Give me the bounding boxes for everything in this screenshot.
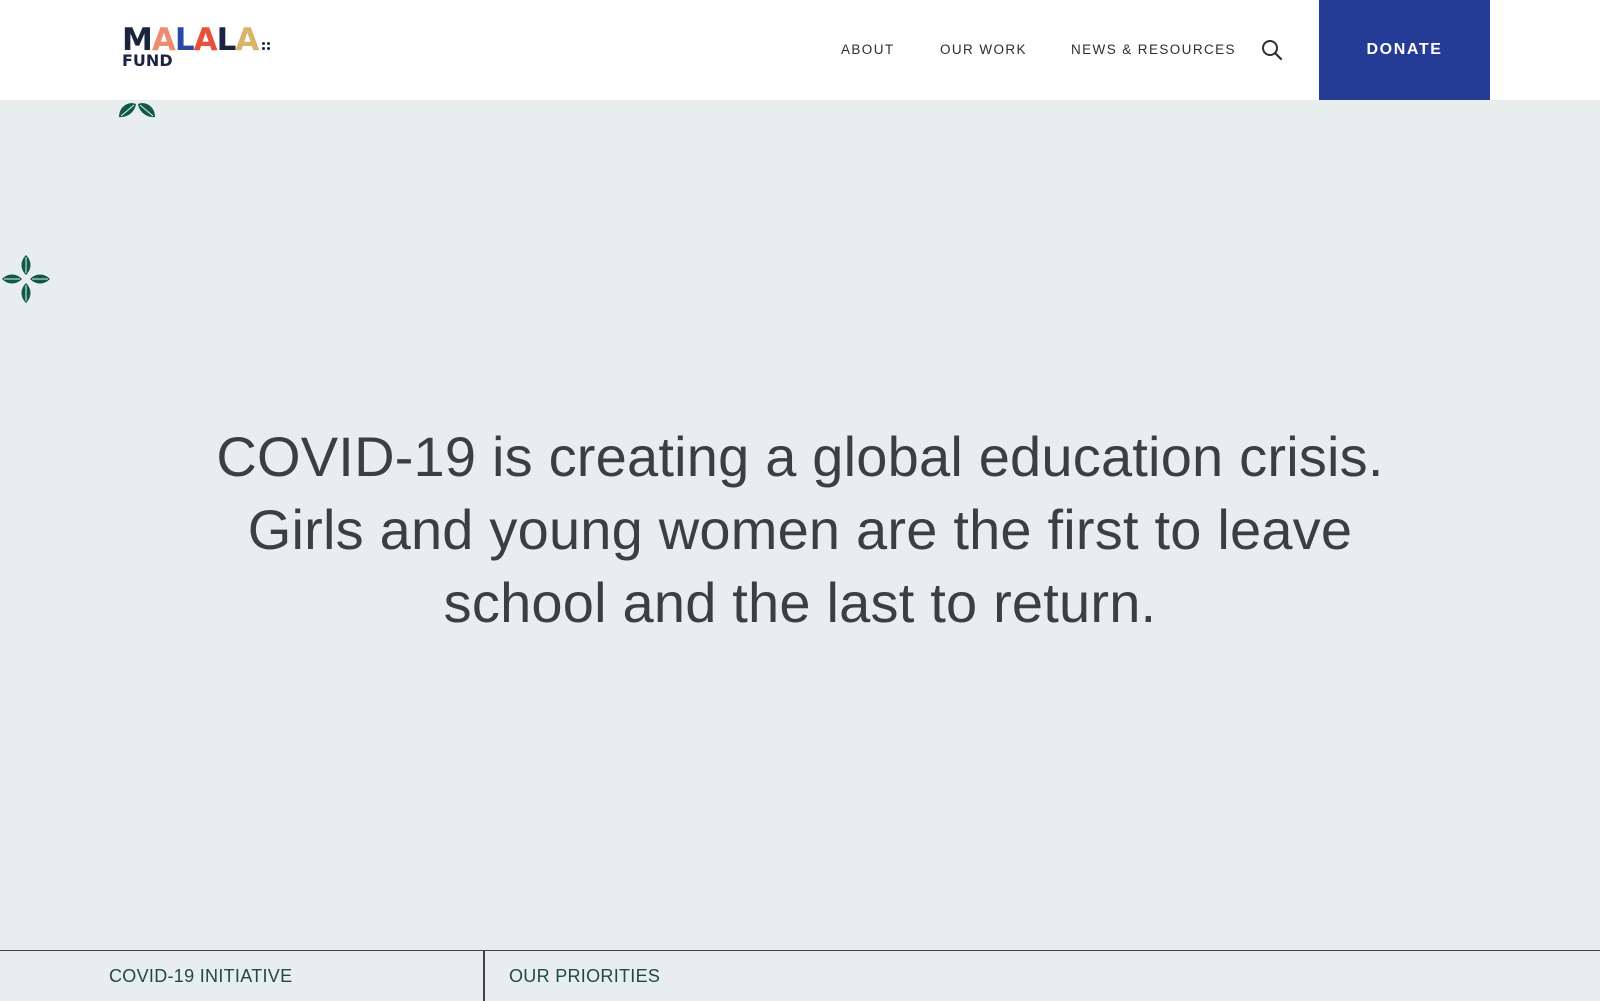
malala-fund-logo[interactable]: M A L A L A FUND (122, 22, 302, 74)
flower-icon (2, 255, 50, 303)
hero-line: COVID-19 is creating a global education … (216, 425, 1384, 488)
logo-letter: A (235, 22, 259, 58)
logo-letter: M (122, 22, 153, 58)
search-button[interactable] (1260, 38, 1284, 62)
tab-divider (483, 951, 485, 1001)
search-icon (1262, 40, 1283, 61)
tab-covid-19-initiative[interactable]: COVID-19 INITIATIVE (109, 951, 292, 1001)
tab-our-priorities[interactable]: OUR PRIORITIES (509, 951, 660, 1001)
nav-about[interactable]: ABOUT (841, 42, 895, 57)
site-header: M A L A L A FUND ABOUT OUR WORK NEWS & R… (0, 0, 1600, 100)
logo-letter: L (216, 22, 237, 58)
logo-dots-icon (262, 42, 271, 51)
donate-button[interactable]: DONATE (1319, 0, 1490, 100)
hero-line: school and the last to return. (443, 571, 1157, 634)
nav-our-work[interactable]: OUR WORK (940, 42, 1027, 57)
logo-letter: A (151, 22, 176, 58)
nav-news-resources[interactable]: NEWS & RESOURCES (1071, 42, 1236, 57)
section-tabs: COVID-19 INITIATIVE OUR PRIORITIES (0, 950, 1600, 1001)
logo-wordmark: M A L A L A (122, 22, 302, 58)
hero-line: Girls and young women are the first to l… (247, 498, 1353, 561)
leaf-pair-icon (119, 103, 155, 118)
logo-letter: A (193, 22, 218, 58)
logo-letter: L (174, 22, 195, 58)
hero-statement: COVID-19 is creating a global education … (0, 420, 1600, 639)
